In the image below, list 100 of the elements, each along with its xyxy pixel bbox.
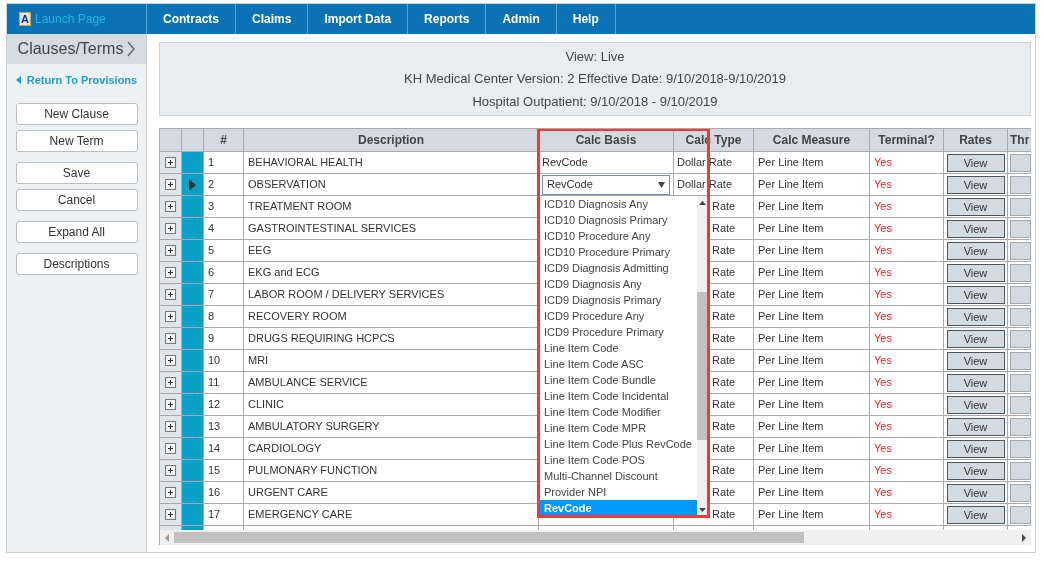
cut-off-button[interactable]	[1010, 329, 1031, 348]
view-button[interactable]: View	[946, 263, 1005, 282]
view-button[interactable]: View	[946, 351, 1005, 370]
row-indicator-cell[interactable]	[182, 394, 204, 416]
expand-icon[interactable]	[165, 223, 176, 234]
row-indicator-cell[interactable]	[182, 218, 204, 240]
menu-item[interactable]: Help	[556, 4, 616, 34]
view-button[interactable]: View	[946, 219, 1005, 238]
cut-off-button[interactable]	[1010, 505, 1031, 524]
expand-icon[interactable]	[165, 245, 176, 256]
dropdown-option[interactable]: Line Item Code Bundle	[539, 372, 697, 388]
row-indicator-cell[interactable]	[182, 438, 204, 460]
sidebar-button[interactable]: New Term	[15, 129, 138, 152]
row-indicator-cell[interactable]	[182, 504, 204, 526]
dropdown-option[interactable]: ICD9 Procedure Any	[539, 308, 697, 324]
cut-off-button[interactable]	[1010, 307, 1031, 326]
dropdown-option[interactable]: ICD9 Diagnosis Any	[539, 276, 697, 292]
sidebar-button[interactable]: New Clause	[15, 102, 138, 125]
cut-off-button[interactable]	[1010, 175, 1031, 194]
menu-item[interactable]: Import Data	[308, 4, 409, 34]
row-indicator-cell[interactable]	[182, 460, 204, 482]
dropdown-option[interactable]: ICD10 Diagnosis Any	[539, 196, 697, 212]
view-button[interactable]: View	[946, 285, 1005, 304]
cut-off-button[interactable]	[1010, 219, 1031, 238]
menu-item[interactable]: Claims	[236, 4, 309, 34]
expand-icon[interactable]	[165, 267, 176, 278]
cut-off-button[interactable]	[1010, 285, 1031, 304]
row-indicator-cell[interactable]	[182, 372, 204, 394]
horizontal-scrollbar[interactable]	[160, 530, 1031, 545]
cut-off-button[interactable]	[1010, 351, 1031, 370]
cut-off-button[interactable]	[1010, 373, 1031, 392]
view-button[interactable]: View	[946, 417, 1005, 436]
expand-icon[interactable]	[165, 465, 176, 476]
cut-off-button[interactable]	[1010, 197, 1031, 216]
sidebar-button[interactable]: Descriptions	[15, 252, 138, 275]
sidebar-button[interactable]: Expand All	[15, 220, 138, 243]
menu-item[interactable]: Admin	[486, 4, 557, 34]
menu-item[interactable]: Reports	[408, 4, 487, 34]
view-button[interactable]: View	[946, 153, 1005, 172]
expand-icon[interactable]	[165, 289, 176, 300]
row-indicator-cell[interactable]	[182, 262, 204, 284]
dropdown-option[interactable]: ICD9 Procedure Primary	[539, 324, 697, 340]
cut-off-button[interactable]	[1010, 241, 1031, 260]
cut-off-button[interactable]	[1010, 483, 1031, 502]
row-indicator-cell[interactable]	[182, 152, 204, 174]
row-indicator-cell[interactable]	[182, 328, 204, 350]
expand-icon[interactable]	[165, 443, 176, 454]
cut-off-button[interactable]	[1010, 461, 1031, 480]
row-indicator-cell[interactable]	[182, 284, 204, 306]
row-indicator-cell[interactable]	[182, 196, 204, 218]
view-button[interactable]: View	[946, 329, 1005, 348]
sidebar-button[interactable]: Cancel	[15, 188, 138, 211]
dropdown-option[interactable]: Line Item Code MPR	[539, 420, 697, 436]
expand-icon[interactable]	[165, 377, 176, 388]
row-indicator-cell[interactable]	[182, 174, 204, 196]
dropdown-option[interactable]: ICD9 Diagnosis Admitting	[539, 260, 697, 276]
view-button[interactable]: View	[946, 307, 1005, 326]
view-button[interactable]: View	[946, 461, 1005, 480]
view-button[interactable]: View	[946, 241, 1005, 260]
row-indicator-cell[interactable]	[182, 482, 204, 504]
cut-off-button[interactable]	[1010, 439, 1031, 458]
chevron-right-icon[interactable]	[127, 41, 136, 57]
dropdown-option[interactable]: Line Item Code Modifier	[539, 404, 697, 420]
scrollbar-thumb[interactable]	[696, 292, 708, 440]
cut-off-button[interactable]	[1010, 153, 1031, 172]
dropdown-option[interactable]: ICD10 Diagnosis Primary	[539, 212, 697, 228]
view-button[interactable]: View	[946, 395, 1005, 414]
view-button[interactable]: View	[946, 505, 1005, 524]
view-button[interactable]: View	[946, 373, 1005, 392]
view-button[interactable]: View	[946, 197, 1005, 216]
expand-icon[interactable]	[165, 421, 176, 432]
row-indicator-cell[interactable]	[182, 240, 204, 262]
expand-icon[interactable]	[165, 487, 176, 498]
row-indicator-cell[interactable]	[182, 350, 204, 372]
expand-icon[interactable]	[165, 157, 176, 168]
cut-off-button[interactable]	[1010, 417, 1031, 436]
dropdown-option[interactable]: Line Item Code	[539, 340, 697, 356]
dropdown-option[interactable]: Multi-Channel Discount	[539, 468, 697, 484]
expand-icon[interactable]	[165, 399, 176, 410]
expand-icon[interactable]	[165, 509, 176, 520]
dropdown-option[interactable]: Line Item Code ASC	[539, 356, 697, 372]
menu-item[interactable]: Contracts	[147, 4, 236, 34]
row-indicator-cell[interactable]	[182, 416, 204, 438]
cut-off-button[interactable]	[1010, 395, 1031, 414]
cut-off-button[interactable]	[1010, 263, 1031, 282]
calc-basis-select[interactable]: RevCode	[542, 174, 670, 195]
view-button[interactable]: View	[946, 439, 1005, 458]
row-indicator-cell[interactable]	[182, 306, 204, 328]
dropdown-option[interactable]: Line Item Code Plus RevCode	[539, 436, 697, 452]
dropdown-option[interactable]: Provider NPI	[539, 484, 697, 500]
dropdown-option[interactable]: Line Item Code Incidental	[539, 388, 697, 404]
dropdown-option[interactable]: ICD10 Procedure Any	[539, 228, 697, 244]
scrollbar-thumb[interactable]	[174, 532, 804, 543]
view-button[interactable]: View	[946, 175, 1005, 194]
sidebar-button[interactable]: Save	[15, 161, 138, 184]
scrollbar[interactable]	[696, 196, 708, 517]
expand-icon[interactable]	[165, 333, 176, 344]
dropdown-option[interactable]: ICD9 Diagnosis Primary	[539, 292, 697, 308]
expand-icon[interactable]	[165, 355, 176, 366]
expand-icon[interactable]	[165, 311, 176, 322]
